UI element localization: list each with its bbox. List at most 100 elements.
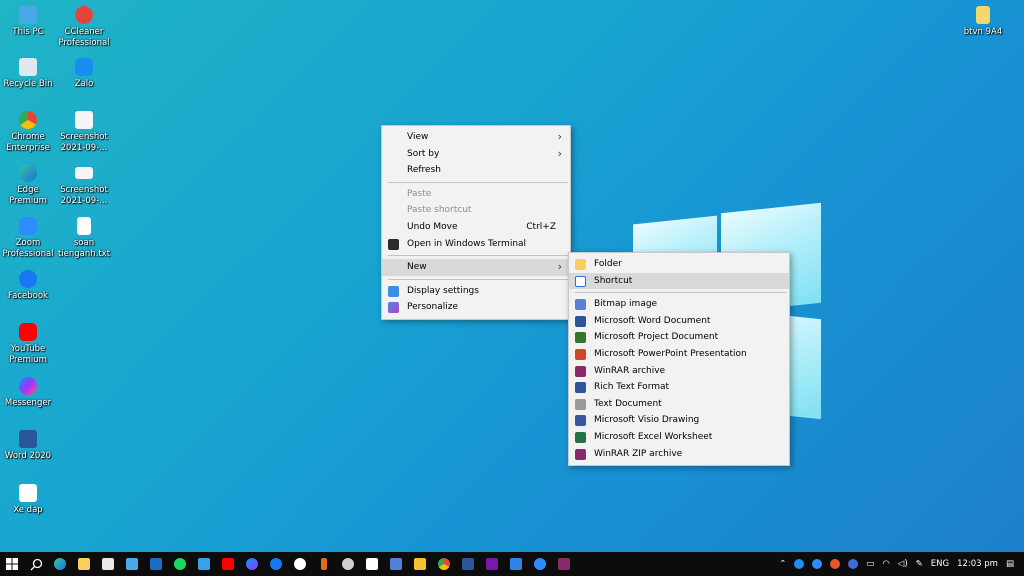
taskbar-onenote[interactable]	[480, 552, 504, 576]
menu-item-new[interactable]: New ›	[382, 259, 570, 276]
menu-label: Bitmap image	[594, 299, 658, 310]
menu-label: Rich Text Format	[594, 382, 670, 393]
app-tray-icon[interactable]	[830, 559, 841, 569]
taskbar-youtube[interactable]	[216, 552, 240, 576]
speaker-icon[interactable]: ◁)	[898, 559, 908, 569]
desktop-icon-word[interactable]: Word 2020	[0, 430, 58, 462]
taskbar-store[interactable]	[96, 552, 120, 576]
taskbar-java[interactable]	[312, 552, 336, 576]
taskbar-winrar[interactable]	[552, 552, 576, 576]
desktop-icon-soan-tienganh[interactable]: soan tienganh.txt	[54, 217, 114, 260]
menu-separator	[388, 181, 568, 183]
search-button[interactable]	[24, 552, 48, 576]
submenu-item-project-document[interactable]: Microsoft Project Document	[569, 329, 789, 346]
taskbar-facebook[interactable]	[264, 552, 288, 576]
windows-start-icon	[6, 558, 18, 570]
keyboard-shortcut: Ctrl+Z	[526, 221, 556, 232]
taskbar-apple[interactable]	[336, 552, 360, 576]
display-icon	[388, 285, 399, 297]
menu-item-paste-shortcut[interactable]: Paste shortcut	[382, 202, 570, 219]
taskbar-google[interactable]	[288, 552, 312, 576]
menu-label: Microsoft Word Document	[594, 315, 711, 326]
taskbar-app-h[interactable]	[408, 552, 432, 576]
taskbar-spotify[interactable]	[168, 552, 192, 576]
submenu-item-winrar-archive[interactable]: WinRAR archive	[569, 363, 789, 380]
submenu-item-visio-drawing[interactable]: Microsoft Visio Drawing	[569, 412, 789, 429]
taskbar-file-explorer[interactable]	[72, 552, 96, 576]
menu-label: Undo Move	[407, 221, 458, 232]
desktop-icon-xe-dap[interactable]: Xe dap	[0, 484, 58, 516]
taskbar-outlook[interactable]	[144, 552, 168, 576]
wifi-icon[interactable]: ◠	[882, 559, 889, 569]
desktop-icon-facebook[interactable]: Facebook	[0, 270, 58, 302]
taskbar-zoom[interactable]	[528, 552, 552, 576]
taskbar-documents[interactable]	[384, 552, 408, 576]
file-icon	[976, 6, 990, 24]
menu-label: Refresh	[407, 165, 441, 176]
desktop-icon-screenshot-1[interactable]: Screenshot 2021-09-...	[54, 111, 114, 154]
submenu-item-bitmap-image[interactable]: Bitmap image	[569, 296, 789, 313]
start-button[interactable]	[0, 552, 24, 576]
desktop-icon-zalo[interactable]: Zalo	[54, 58, 114, 90]
desktop-icon-ccleaner[interactable]: CCleaner Professional	[54, 6, 114, 49]
submenu-item-word-document[interactable]: Microsoft Word Document	[569, 313, 789, 330]
desktop-icon-screenshot-2[interactable]: Screenshot 2021-09-...	[54, 164, 114, 207]
chrome-icon	[19, 111, 37, 129]
edge-icon	[54, 558, 66, 570]
text-file-icon	[77, 217, 91, 235]
taskbar-todo[interactable]	[504, 552, 528, 576]
menu-item-display-settings[interactable]: Display settings	[382, 283, 570, 300]
desktop-icon-this-pc[interactable]: This PC	[0, 6, 58, 38]
taskbar-mail[interactable]	[120, 552, 144, 576]
menu-label: Paste	[407, 188, 432, 199]
chevron-right-icon: ›	[557, 146, 562, 160]
menu-item-view[interactable]: View ›	[382, 129, 570, 146]
desktop-icon-youtube[interactable]: YouTube Premium	[0, 323, 58, 366]
taskbar-app-blue[interactable]	[192, 552, 216, 576]
submenu-item-rich-text[interactable]: Rich Text Format	[569, 379, 789, 396]
menu-label: New	[407, 262, 427, 273]
submenu-item-powerpoint[interactable]: Microsoft PowerPoint Presentation	[569, 346, 789, 363]
winrar-zip-file-icon	[575, 448, 586, 460]
clock[interactable]: 12:03 pm	[957, 559, 998, 569]
store-icon	[102, 558, 114, 570]
taskbar-chrome[interactable]	[432, 552, 456, 576]
desktop-icon-recycle-bin[interactable]: Recycle Bin	[0, 58, 58, 90]
shortcut-icon	[575, 275, 586, 287]
pen-icon[interactable]: ✎	[916, 559, 923, 569]
battery-icon[interactable]: ▭	[866, 559, 874, 569]
desktop-icon-messenger[interactable]: Messenger	[0, 377, 58, 409]
h-app-icon	[414, 558, 426, 570]
menu-item-personalize[interactable]: Personalize	[382, 299, 570, 316]
taskbar-edge[interactable]	[48, 552, 72, 576]
bluetooth-tray-icon[interactable]	[848, 559, 859, 569]
taskbar-messenger[interactable]	[240, 552, 264, 576]
facebook-icon	[19, 270, 37, 288]
language-indicator[interactable]: ENG	[931, 559, 949, 569]
submenu-item-excel-worksheet[interactable]: Microsoft Excel Worksheet	[569, 429, 789, 446]
desktop-icon-edge[interactable]: Edge Premium	[0, 164, 58, 207]
google-icon	[294, 558, 306, 570]
desktop-icon-zoom[interactable]: Zoom Professional	[0, 217, 58, 260]
menu-item-paste[interactable]: Paste	[382, 186, 570, 203]
desktop-icon-btvn-9a4[interactable]: btvn 9A4	[953, 6, 1013, 38]
menu-separator	[575, 292, 787, 294]
submenu-item-shortcut[interactable]: Shortcut	[569, 272, 789, 290]
zalo-tray-icon[interactable]	[794, 559, 805, 569]
notification-icon[interactable]: ▤	[1006, 559, 1014, 569]
menu-item-open-terminal[interactable]: Open in Windows Terminal	[382, 236, 570, 253]
submenu-item-winrar-zip[interactable]: WinRAR ZIP archive	[569, 446, 789, 463]
taskbar: ⌃ ▭ ◠ ◁) ✎ ENG 12:03 pm ▤	[0, 552, 1024, 576]
menu-item-sort-by[interactable]: Sort by ›	[382, 146, 570, 163]
submenu-item-folder[interactable]: Folder	[569, 256, 789, 273]
desktop-icon-chrome[interactable]: Chrome Enterprise	[0, 111, 58, 154]
chevron-up-icon[interactable]: ⌃	[779, 559, 786, 569]
menu-item-refresh[interactable]: Refresh	[382, 162, 570, 179]
taskbar-image[interactable]	[360, 552, 384, 576]
taskbar-word[interactable]	[456, 552, 480, 576]
menu-item-undo-move[interactable]: Undo Move Ctrl+Z	[382, 219, 570, 236]
zoom-tray-icon[interactable]	[812, 559, 823, 569]
zoom-icon	[19, 217, 37, 235]
submenu-item-text-document[interactable]: Text Document	[569, 396, 789, 413]
rtf-file-icon	[575, 382, 586, 394]
